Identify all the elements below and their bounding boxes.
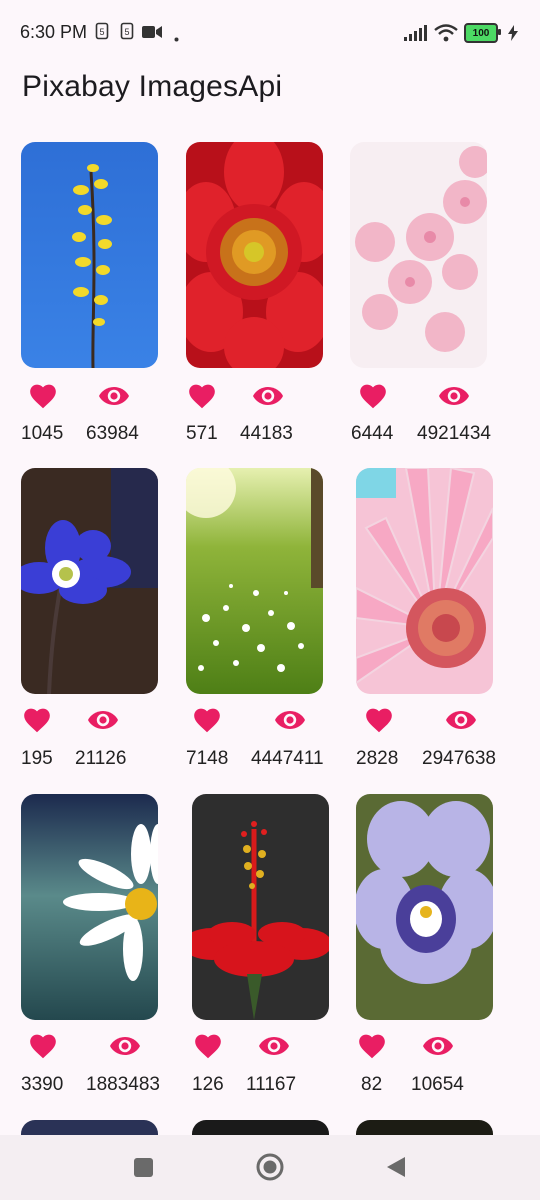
heart-icon (359, 383, 387, 409)
likes-count: 195 (21, 748, 53, 769)
views-count: 2947638 (422, 748, 496, 769)
battery-icon: 100 (464, 23, 501, 43)
heart-icon (194, 1033, 222, 1059)
image-thumbnail[interactable] (21, 468, 158, 694)
image-thumbnail[interactable] (21, 794, 158, 1020)
views-count: 1883483 (86, 1074, 160, 1095)
back-button[interactable] (385, 1155, 407, 1179)
eye-icon (274, 710, 306, 730)
views-count: 10654 (411, 1074, 464, 1095)
image-thumbnail[interactable] (186, 142, 323, 368)
views-count: 63984 (86, 423, 139, 444)
likes-count: 1045 (21, 423, 64, 444)
eye-icon (252, 386, 284, 406)
heart-icon (23, 707, 51, 733)
views-count: 21126 (75, 748, 127, 769)
likes-count: 7148 (186, 748, 229, 769)
charging-icon (508, 25, 518, 41)
status-bar: 6:30 PM 5 5 100 (0, 0, 540, 64)
heart-icon (358, 1033, 386, 1059)
views-count: 4447411 (251, 748, 324, 769)
views-count: 11167 (246, 1074, 297, 1095)
svg-text:5: 5 (124, 27, 129, 37)
home-button[interactable] (256, 1153, 284, 1181)
likes-count: 6444 (351, 423, 394, 444)
dot-icon (174, 29, 179, 46)
image-thumbnail[interactable] (356, 794, 493, 1020)
heart-icon (29, 1033, 57, 1059)
likes-count: 3390 (21, 1074, 64, 1095)
views-count: 44183 (240, 423, 293, 444)
image-thumbnail[interactable] (21, 142, 158, 368)
app-title: Pixabay ImagesApi (22, 70, 283, 103)
heart-icon (365, 707, 393, 733)
views-count: 4921434 (417, 423, 491, 444)
sim-5-icon: 5 (120, 22, 134, 44)
status-time: 6:30 PM (20, 22, 88, 42)
eye-icon (438, 386, 470, 406)
svg-text:5: 5 (99, 27, 104, 37)
eye-icon (98, 386, 130, 406)
heart-icon (188, 383, 216, 409)
sim-5-icon: 5 (95, 22, 109, 44)
image-thumbnail[interactable] (186, 468, 323, 694)
eye-icon (109, 1036, 141, 1056)
wifi-icon (434, 24, 458, 42)
status-right: 100 (404, 22, 518, 44)
eye-icon (258, 1036, 290, 1056)
image-thumbnail[interactable] (350, 142, 487, 368)
recents-button[interactable] (133, 1157, 154, 1178)
image-thumbnail[interactable] (356, 468, 493, 694)
likes-count: 571 (186, 423, 218, 444)
eye-icon (445, 710, 477, 730)
eye-icon (87, 710, 119, 730)
likes-count: 2828 (356, 748, 399, 769)
system-nav-bar (0, 1135, 540, 1200)
image-thumbnail[interactable] (192, 794, 329, 1020)
likes-count: 82 (361, 1074, 383, 1095)
eye-icon (422, 1036, 454, 1056)
heart-icon (29, 383, 57, 409)
video-camera-icon (142, 25, 162, 43)
signal-icon (404, 25, 427, 41)
heart-icon (193, 707, 221, 733)
likes-count: 126 (192, 1074, 224, 1095)
